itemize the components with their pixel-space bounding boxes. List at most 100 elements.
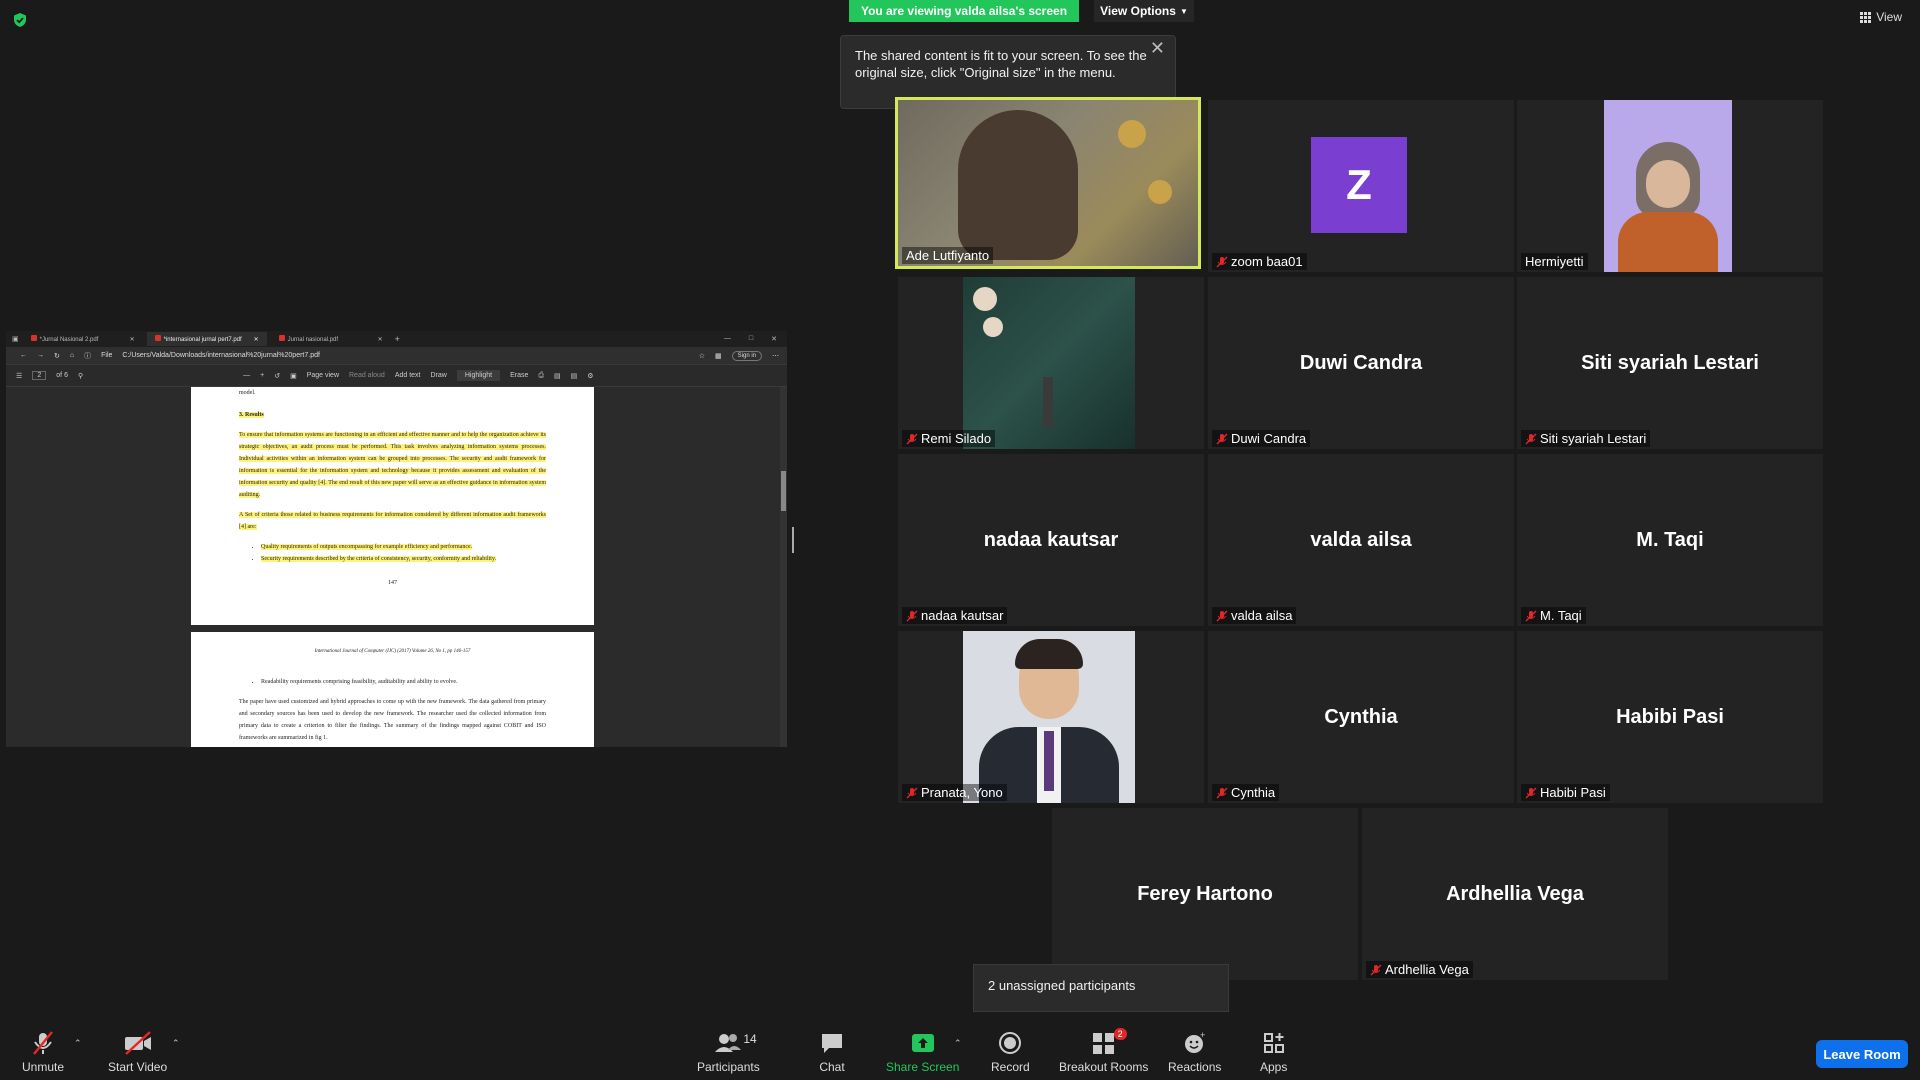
zoom-out-icon[interactable]: —: [243, 372, 250, 379]
participant-video: [898, 100, 1198, 266]
audio-options-caret-icon[interactable]: ⌃: [74, 1038, 82, 1049]
share-screen-icon: [911, 1034, 934, 1052]
participant-video: [963, 277, 1135, 449]
share-options-caret-icon[interactable]: ⌃: [954, 1038, 962, 1049]
video-tile[interactable]: Ferey Hartono Ferey Hartono: [1052, 808, 1358, 980]
video-tile[interactable]: Hermiyetti: [1517, 100, 1823, 272]
security-shield-icon[interactable]: [12, 12, 28, 28]
zoom-in-icon[interactable]: +: [260, 372, 264, 379]
close-icon[interactable]: ✕: [254, 336, 259, 343]
pdf-toolbar: ☰ 2 of 6 ⚲ — + ↺ ▣ Page view Read aloud …: [6, 365, 787, 387]
breakout-rooms-icon: [1092, 1033, 1114, 1054]
video-off-icon: [124, 1031, 151, 1055]
view-label: View: [1876, 10, 1902, 24]
video-tile[interactable]: Habibi Pasi Habibi Pasi: [1517, 631, 1823, 803]
video-tile[interactable]: Remi Silado: [898, 277, 1204, 449]
video-tile[interactable]: valda ailsa valda ailsa: [1208, 454, 1514, 626]
leave-room-button[interactable]: Leave Room: [1816, 1040, 1908, 1068]
start-video-button[interactable]: Start Video: [108, 1030, 167, 1074]
favorite-icon[interactable]: ☆: [699, 352, 705, 360]
save-as-icon[interactable]: ▤: [571, 372, 578, 380]
refresh-icon[interactable]: ↻: [54, 352, 60, 360]
breakout-rooms-button[interactable]: 2 Breakout Rooms: [1059, 1028, 1148, 1074]
video-tile[interactable]: Pranata, Yono: [898, 631, 1204, 803]
pdf-icon: [30, 335, 37, 341]
more-icon[interactable]: ⋯: [772, 352, 787, 360]
maximize-icon[interactable]: □: [749, 335, 753, 343]
browser-tab[interactable]: *Jurnal Nasional 2.pdf ✕: [23, 332, 143, 346]
video-tile[interactable]: Z zoom baa01: [1208, 100, 1514, 272]
video-tile[interactable]: Ade Lutfiyanto: [895, 97, 1201, 269]
view-options-button[interactable]: View Options ▼: [1094, 0, 1194, 22]
collections-icon[interactable]: ▦: [715, 352, 722, 360]
participant-display-name: Habibi Pasi: [1616, 705, 1724, 728]
video-tile[interactable]: Ardhellia Vega Ardhellia Vega: [1362, 808, 1668, 980]
settings-icon[interactable]: ⚙: [587, 372, 593, 380]
close-icon[interactable]: ✕: [1150, 39, 1165, 57]
reactions-button[interactable]: + Reactions: [1168, 1030, 1221, 1074]
highlight-button[interactable]: Highlight: [456, 370, 501, 381]
apps-button[interactable]: Apps: [1260, 1030, 1287, 1074]
record-button[interactable]: Record: [991, 1030, 1030, 1074]
paragraph: A Set of criteria those related to busin…: [239, 512, 546, 530]
fit-page-icon[interactable]: ▣: [290, 372, 297, 380]
contents-icon[interactable]: ☰: [16, 372, 22, 380]
close-icon[interactable]: ✕: [130, 336, 135, 343]
mic-muted-icon: [1525, 787, 1537, 798]
paragraph: To ensure that information systems are f…: [239, 432, 546, 498]
scrollbar[interactable]: [780, 387, 787, 747]
save-icon[interactable]: ▤: [554, 372, 561, 380]
tab-actions-icon[interactable]: ▣: [12, 335, 19, 343]
rotate-icon[interactable]: ↺: [274, 372, 280, 380]
participants-button[interactable]: 14 Participants: [697, 1030, 760, 1074]
share-screen-button[interactable]: Share Screen: [886, 1030, 959, 1074]
browser-tab[interactable]: Jurnal nasional.pdf ✕: [271, 332, 391, 346]
pdf-viewer[interactable]: model. 3. Results To ensure that informa…: [6, 387, 787, 747]
back-icon[interactable]: ←: [20, 352, 27, 359]
forward-icon[interactable]: →: [37, 352, 44, 359]
video-tile[interactable]: Siti syariah Lestari Siti syariah Lestar…: [1517, 277, 1823, 449]
chat-button[interactable]: Chat: [819, 1030, 845, 1074]
read-aloud-button[interactable]: Read aloud: [349, 372, 385, 379]
browser-tabs: ▣ *Jurnal Nasional 2.pdf ✕ *internasional…: [6, 331, 787, 347]
print-icon[interactable]: ⎙: [538, 372, 544, 380]
search-icon[interactable]: ⚲: [78, 372, 83, 380]
unmute-button[interactable]: Unmute: [22, 1030, 64, 1074]
view-options-label: View Options: [1100, 4, 1176, 18]
video-tile[interactable]: nadaa kautsar nadaa kautsar: [898, 454, 1204, 626]
resize-handle[interactable]: [792, 527, 794, 553]
video-tile[interactable]: Cynthia Cynthia: [1208, 631, 1514, 803]
paragraph: The paper have used customized and hybri…: [239, 699, 546, 741]
section-heading: 3. Results: [239, 412, 264, 418]
shared-screen[interactable]: ▣ *Jurnal Nasional 2.pdf ✕ *internasional…: [6, 331, 787, 747]
apps-label: Apps: [1260, 1060, 1288, 1074]
participant-label: valda ailsa: [1212, 607, 1297, 624]
mic-muted-icon: [1525, 610, 1537, 621]
video-options-caret-icon[interactable]: ⌃: [172, 1038, 180, 1049]
minimize-icon[interactable]: —: [724, 335, 731, 343]
participant-name: Habibi Pasi: [1540, 785, 1606, 800]
video-tile[interactable]: M. Taqi M. Taqi: [1517, 454, 1823, 626]
add-text-button[interactable]: Add text: [395, 372, 421, 379]
tab-title: Jurnal nasional.pdf: [287, 337, 338, 343]
video-tile[interactable]: Duwi Candra Duwi Candra: [1208, 277, 1514, 449]
page-view-button[interactable]: Page view: [307, 372, 339, 379]
browser-tab[interactable]: *internasional jurnal pert7.pdf ✕: [146, 332, 267, 346]
sign-in-button[interactable]: Sign in: [731, 350, 762, 361]
close-icon[interactable]: ✕: [378, 336, 383, 343]
home-icon[interactable]: ⌂: [70, 352, 74, 359]
participant-name: zoom baa01: [1231, 254, 1303, 269]
breakout-badge: 2: [1113, 1028, 1127, 1040]
participant-display-name: Ardhellia Vega: [1446, 882, 1584, 905]
mic-muted-icon: [1370, 964, 1382, 975]
close-icon[interactable]: ✕: [771, 335, 777, 343]
page-total: of 6: [56, 372, 68, 379]
url-field[interactable]: C:/Users/Valda/Downloads/internasional%2…: [122, 352, 688, 359]
new-tab-icon[interactable]: +: [395, 334, 400, 344]
unassigned-participants-popup[interactable]: 2 unassigned participants: [973, 964, 1229, 1012]
page-number-input[interactable]: 2: [32, 371, 47, 380]
participants-count: 14: [743, 1032, 757, 1046]
draw-button[interactable]: Draw: [431, 372, 447, 379]
view-button[interactable]: View: [1860, 10, 1902, 24]
erase-button[interactable]: Erase: [510, 372, 528, 379]
